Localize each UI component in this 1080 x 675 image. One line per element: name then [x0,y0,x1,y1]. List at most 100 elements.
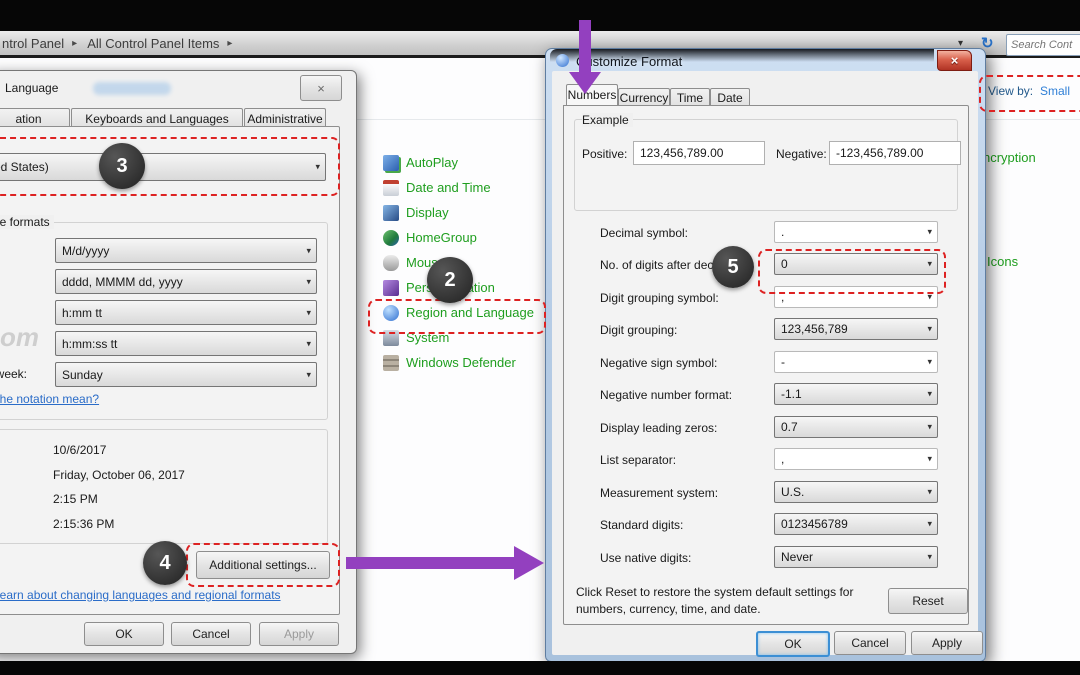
chevron-down-icon: ▾ [306,307,311,318]
first-day-label: f week: [0,367,27,381]
close-icon[interactable]: × [937,50,972,71]
first-day-select[interactable]: Sunday▾ [55,362,317,387]
homegroup-icon [383,230,399,246]
dialog-icon [556,54,569,67]
examples-group [0,429,328,544]
bottom-black-bar [0,661,1080,675]
negative-number-format-select[interactable]: -1.1▾ [774,383,938,405]
chevron-down-icon: ▾ [927,518,932,529]
negative-sign-symbol-select[interactable]: -▾ [774,351,938,373]
search-input[interactable] [1006,34,1080,56]
chevron-down-icon: ▾ [927,421,932,432]
display-leading-zeros-select[interactable]: 0.7 ▾ [774,416,938,438]
site-watermark-fragment: om [0,322,39,353]
value: Never [781,550,813,564]
digit-grouping-select[interactable]: 123,456,789▾ [774,318,938,340]
annotation-box-digits-select [758,249,946,294]
standard-digits-select[interactable]: 0123456789▾ [774,513,938,535]
step-badge-4: 4 [143,541,187,585]
notation-help-link[interactable]: s the notation mean? [0,392,99,406]
ok-button[interactable]: OK [84,622,164,646]
breadcrumb-arrow-icon: ▸ [227,38,232,49]
short-date-value: M/d/yyyy [62,244,109,258]
region-dialog-title: Language [5,81,58,95]
use-native-digits-select[interactable]: Never▾ [774,546,938,568]
breadcrumb-control-panel[interactable]: ntrol Panel [2,36,64,51]
arrow-down-stem [579,20,591,72]
chevron-down-icon: ▾ [927,486,932,497]
short-time-select[interactable]: h:mm tt▾ [55,300,317,325]
apply-button[interactable]: Apply [259,622,339,646]
example-long-time-value: 2:15:36 PM [53,517,114,531]
long-date-value: dddd, MMMM dd, yyyy [62,275,183,289]
breadcrumb-all-items[interactable]: All Control Panel Items [87,36,219,51]
positive-example-field[interactable]: 123,456,789.00 [633,141,765,165]
annotation-box-additional-settings [186,543,340,587]
blurred-watermark [93,82,171,95]
customize-dialog-title: Customize Format [576,54,682,69]
positive-label: Positive: [582,147,627,161]
list-separator-select[interactable]: ,▾ [774,448,938,470]
chevron-down-icon: ▾ [306,338,311,349]
value: . [781,225,784,239]
personalization-icon [383,280,399,296]
tab-administrative[interactable]: Administrative [244,108,326,128]
cp-item-date-and-time[interactable]: Date and Time [383,175,543,200]
cp-item-encryption-fragment[interactable]: ncryption [983,150,1036,165]
cp-item-label: Windows Defender [406,355,516,370]
reset-note-line2: numbers, currency, time, and date. [576,602,761,616]
measurement-system-label: Measurement system: [600,486,718,500]
tab-keyboards-languages[interactable]: Keyboards and Languages [71,108,243,128]
customize-format-dialog: Customize Format × Numbers Currency Time… [545,48,986,662]
screen: ntrol Panel ▸ All Control Panel Items ▸ … [0,0,1080,675]
chevron-down-icon: ▾ [927,323,932,334]
cp-item-label: AutoPlay [406,155,458,170]
first-day-value: Sunday [62,368,103,382]
reset-button[interactable]: Reset [888,588,968,614]
value: - [781,355,785,369]
cp-item-autoplay[interactable]: AutoPlay [383,150,543,175]
chevron-down-icon: ▾ [927,356,932,367]
annotation-box-region-item [368,299,546,334]
cancel-button[interactable]: Cancel [171,622,251,646]
ok-button[interactable]: OK [756,631,830,657]
cp-item-windows-defender[interactable]: Windows Defender [383,350,543,375]
close-icon[interactable]: × [300,75,342,101]
apply-button[interactable]: Apply [911,631,983,655]
chevron-down-icon: ▾ [306,276,311,287]
value: U.S. [781,485,804,499]
list-separator-label: List separator: [600,453,676,467]
cancel-button[interactable]: Cancel [834,631,906,655]
cp-item-icons-fragment[interactable]: Icons [987,254,1018,269]
tab-location[interactable]: ation [0,108,70,128]
long-time-select[interactable]: h:mm:ss tt▾ [55,331,317,356]
arrow-down-head [569,72,601,94]
digit-grouping-symbol-label: Digit grouping symbol: [600,291,719,305]
negative-example-field[interactable]: -123,456,789.00 [829,141,961,165]
long-date-select[interactable]: dddd, MMMM dd, yyyy ▾ [55,269,317,294]
mouse-icon [383,255,399,271]
negative-label: Negative: [776,147,827,161]
chevron-down-icon: ▾ [927,388,932,399]
cp-item-label: Display [406,205,449,220]
negative-number-format-label: Negative number format: [600,388,732,402]
annotation-box-format-select [0,137,340,196]
arrow-right-head [514,546,544,580]
value: 0.7 [781,420,798,434]
short-date-select[interactable]: M/d/yyyy ▾ [55,238,317,263]
breadcrumb-arrow-icon: ▸ [72,38,77,49]
cp-item-label: HomeGroup [406,230,477,245]
cp-item-display[interactable]: Display [383,200,543,225]
dialog-client-area: Numbers Currency Time Date Example Posit… [552,71,978,655]
step-badge-3: 3 [99,143,145,189]
chevron-down-icon: ▾ [306,245,311,256]
step-badge-2: 2 [427,257,473,303]
measurement-system-select[interactable]: U.S. ▾ [774,481,938,503]
example-short-date-value: 10/6/2017 [53,443,106,457]
negative-sign-symbol-label: Negative sign symbol: [600,356,717,370]
autoplay-icon [383,155,399,171]
reset-note-line1: Click Reset to restore the system defaul… [576,585,853,599]
cp-item-homegroup[interactable]: HomeGroup [383,225,543,250]
decimal-symbol-select[interactable]: .▾ [774,221,938,243]
learn-online-link[interactable]: o learn about changing languages and reg… [0,588,281,602]
